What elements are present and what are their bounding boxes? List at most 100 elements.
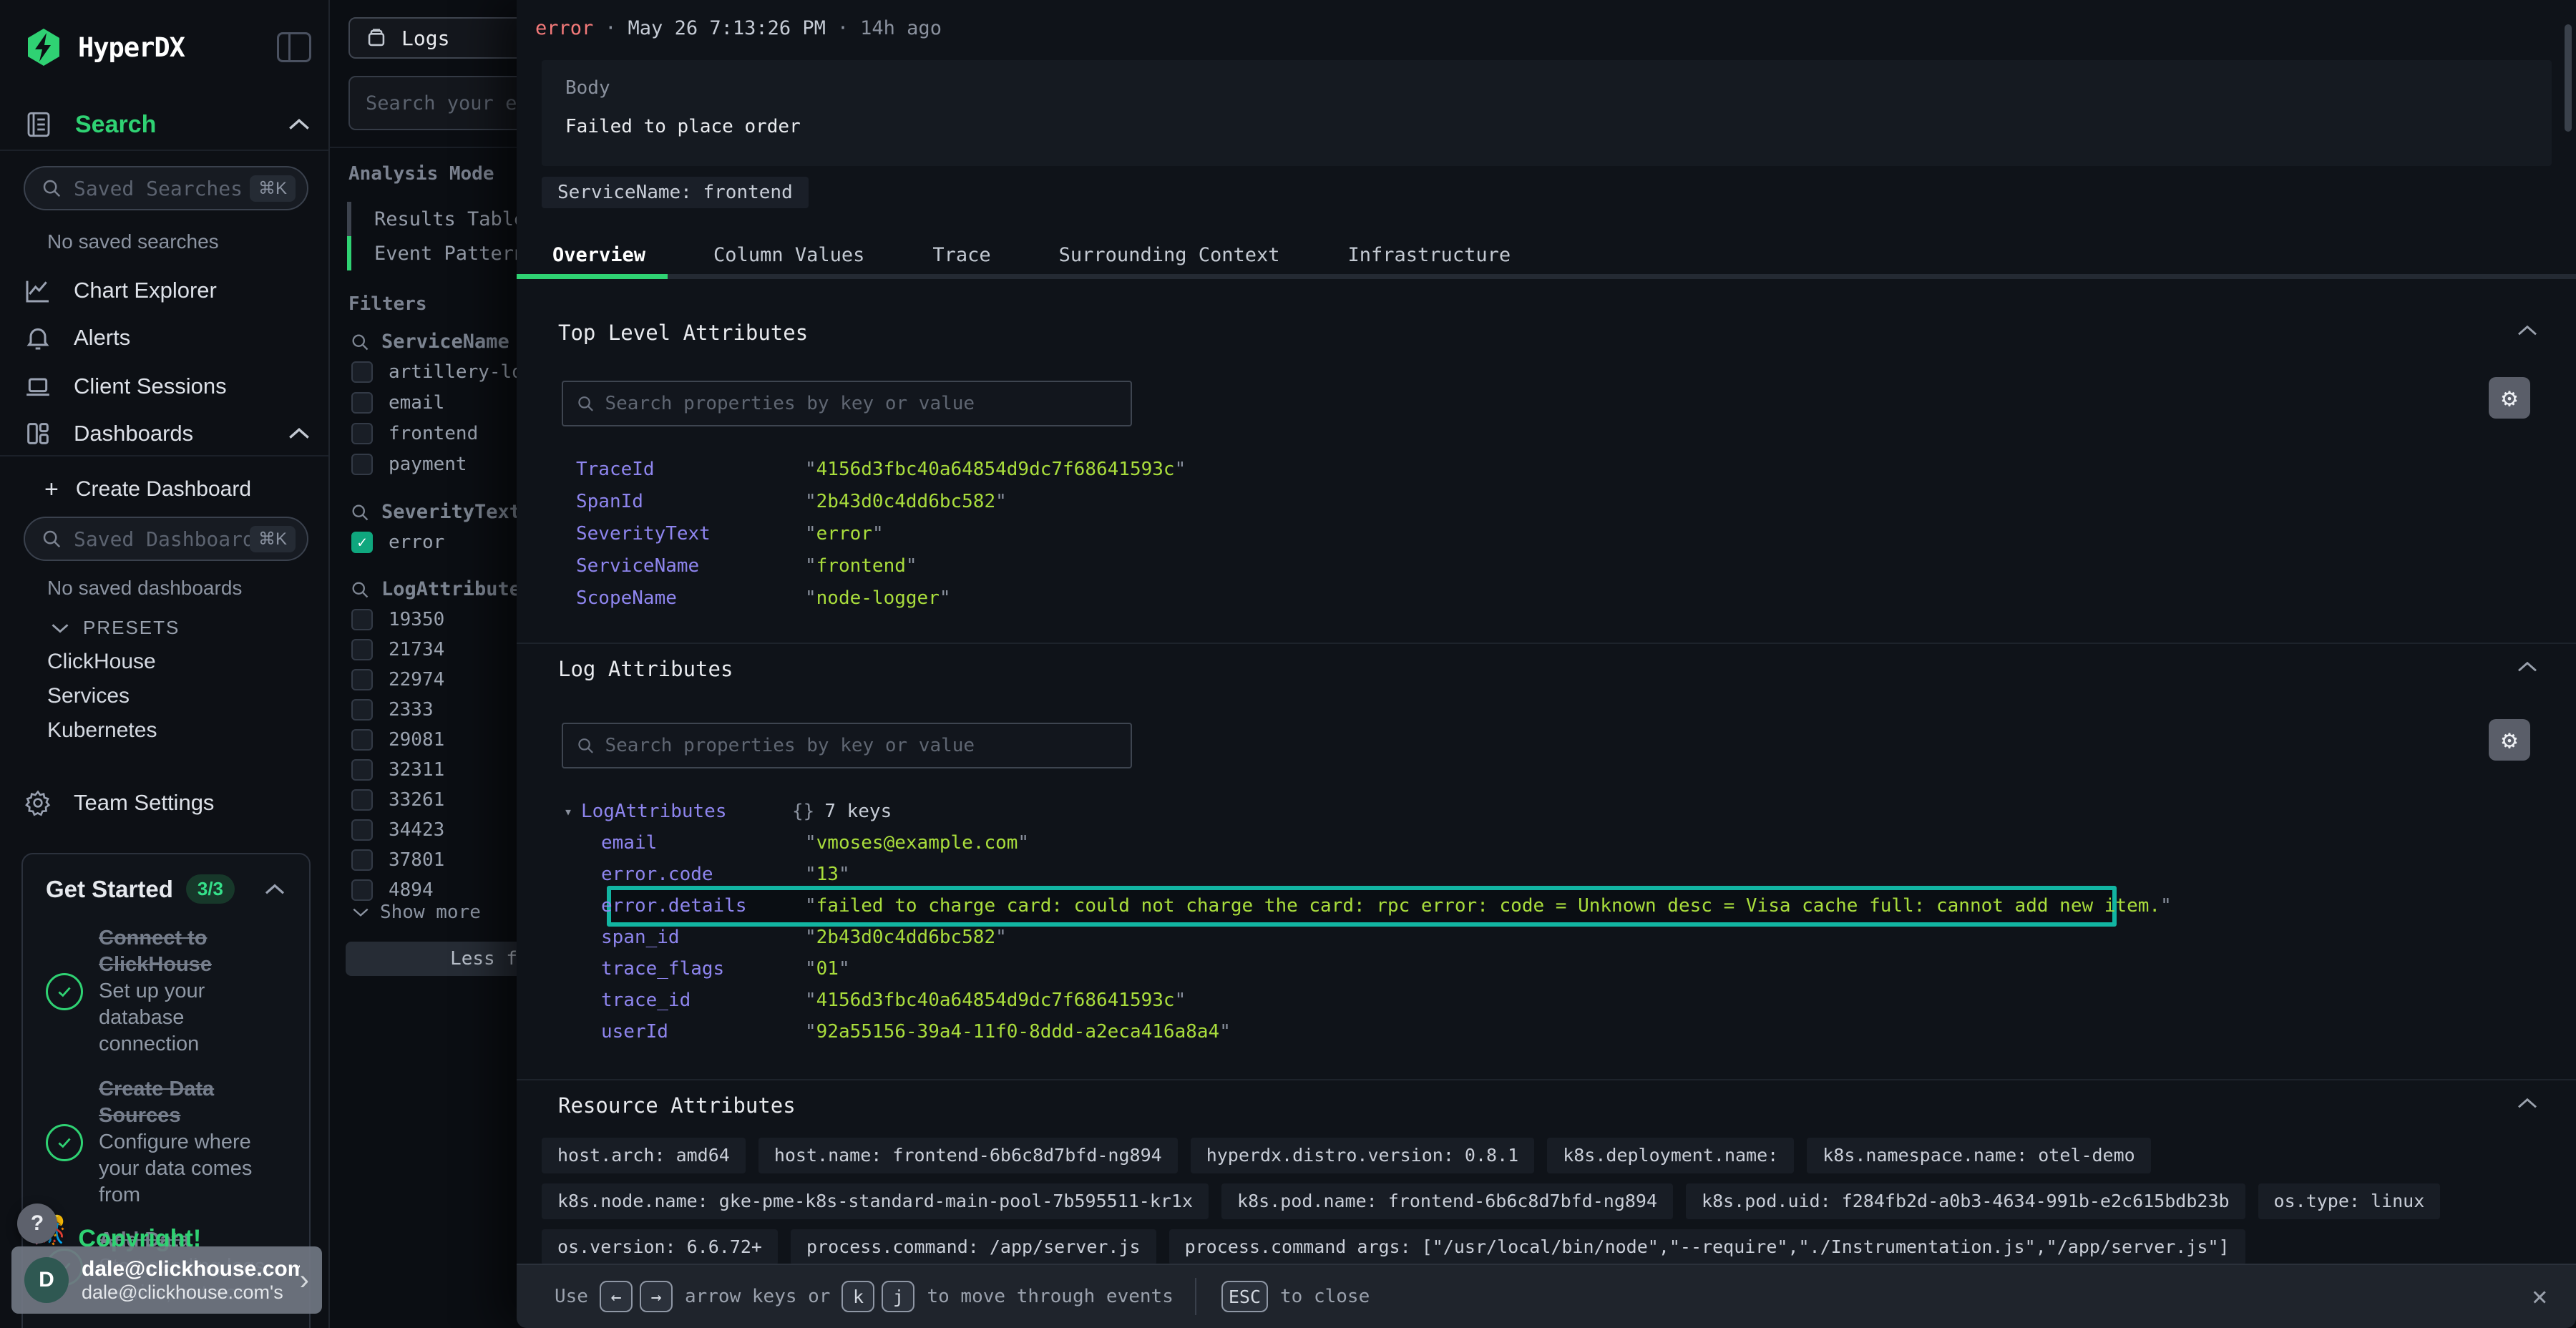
checkbox-checked[interactable]: ✓	[351, 532, 373, 553]
filter-option[interactable]: 33261	[351, 786, 444, 814]
attribute-row[interactable]: ServiceName"frontend"	[517, 550, 2576, 582]
chevron-up-icon[interactable]	[287, 426, 311, 441]
log-attributes-search-box[interactable]	[562, 723, 1132, 768]
chevron-up-icon[interactable]	[287, 117, 311, 132]
saved-dashboards-input[interactable]	[74, 527, 250, 551]
checkbox[interactable]	[351, 454, 373, 475]
checkbox[interactable]	[351, 879, 373, 901]
help-button[interactable]: ?	[17, 1204, 57, 1244]
filter-option-checked[interactable]: ✓error	[351, 528, 444, 557]
top-level-search-input[interactable]	[605, 393, 1118, 414]
resource-chip[interactable]: os.type: linux	[2258, 1183, 2441, 1219]
resource-chip[interactable]: os.version: 6.6.72+	[542, 1229, 778, 1265]
checkbox[interactable]	[351, 609, 373, 630]
checkbox[interactable]	[351, 669, 373, 690]
checkbox[interactable]	[351, 423, 373, 444]
filter-group-severitytext[interactable]: SeverityText	[350, 501, 521, 523]
mode-results-table[interactable]: Results Table	[347, 202, 537, 236]
resource-chip[interactable]: k8s.pod.uid: f284fb2d-a0b3-4634-991b-e2c…	[1686, 1183, 2245, 1219]
log-attributes-search-input[interactable]	[605, 735, 1118, 756]
resource-chip[interactable]: hyperdx.distro.version: 0.8.1	[1191, 1138, 1535, 1173]
filter-option[interactable]: frontend	[351, 419, 478, 448]
checkbox[interactable]	[351, 639, 373, 660]
sidebar-item-search[interactable]: Search	[24, 107, 311, 142]
filter-group-servicename[interactable]: ServiceName	[350, 331, 509, 353]
filter-option[interactable]: 4894	[351, 876, 434, 904]
checkbox[interactable]	[351, 789, 373, 811]
filter-option[interactable]: 32311	[351, 756, 444, 784]
filter-option[interactable]: payment	[351, 450, 467, 479]
attribute-row[interactable]: TraceId"4156d3fbc40a64854d9dc7f68641593c…	[517, 453, 2576, 485]
saved-searches-input[interactable]	[74, 177, 250, 200]
checkbox[interactable]	[351, 819, 373, 841]
filter-option[interactable]: 22974	[351, 665, 444, 694]
checkbox[interactable]	[351, 849, 373, 871]
resource-chip[interactable]: k8s.namespace.name: otel-demo	[1807, 1138, 2151, 1173]
attribute-row[interactable]: SeverityText"error"	[517, 517, 2576, 550]
tree-caret-icon[interactable]: ▾	[564, 803, 581, 820]
scrollbar-thumb[interactable]	[2565, 24, 2572, 132]
top-level-search-box[interactable]	[562, 381, 1132, 426]
close-icon[interactable]: ✕	[2532, 1282, 2547, 1312]
user-menu[interactable]: D dale@clickhouse.com dale@clickhouse.co…	[11, 1246, 322, 1314]
resource-chip[interactable]: host.name: frontend-6b6c8d7bfd-ng894	[758, 1138, 1178, 1173]
filter-option[interactable]: 34423	[351, 816, 444, 844]
saved-dashboards-search[interactable]: ⌘K	[24, 517, 308, 561]
tab-overview[interactable]: Overview	[552, 244, 645, 266]
collapse-section-icon[interactable]	[2516, 1096, 2539, 1110]
attribute-row[interactable]: SpanId"2b43d0c4dd6bc582"	[517, 485, 2576, 517]
sidebar-item-client-sessions[interactable]: Client Sessions	[24, 369, 311, 404]
resource-chip[interactable]: host.arch: amd64	[542, 1138, 746, 1173]
tab-surrounding-context[interactable]: Surrounding Context	[1059, 244, 1280, 266]
filter-option[interactable]: 19350	[351, 605, 444, 634]
attribute-row-highlighted[interactable]: error.details"failed to charge card: cou…	[517, 890, 2576, 922]
attribute-row[interactable]: ScopeName"node-logger"	[517, 582, 2576, 614]
attribute-row[interactable]: trace_flags"01"	[517, 953, 2576, 985]
filter-option[interactable]: email	[351, 389, 444, 417]
sidebar-item-chart-explorer[interactable]: Chart Explorer	[24, 273, 311, 308]
sidebar-item-services[interactable]: Services	[47, 684, 130, 708]
collapse-section-icon[interactable]	[2516, 323, 2539, 338]
show-more-toggle[interactable]: Show more	[351, 902, 481, 923]
resource-chip[interactable]: k8s.deployment.name:	[1547, 1138, 1794, 1173]
presets-toggle[interactable]: PRESETS	[50, 617, 180, 639]
collapse-section-icon[interactable]	[2516, 660, 2539, 674]
checkbox[interactable]	[351, 729, 373, 751]
filter-option[interactable]: 37801	[351, 846, 444, 874]
sidebar-item-alerts[interactable]: Alerts	[24, 321, 311, 355]
resource-chip[interactable]: k8s.node.name: gke-pme-k8s-standard-main…	[542, 1183, 1209, 1219]
resource-chip[interactable]: process.command args: ["/usr/local/bin/n…	[1169, 1229, 2245, 1265]
get-started-step[interactable]: Create Data Sources Configure where your…	[46, 1076, 286, 1209]
create-dashboard-button[interactable]: + Create Dashboard	[44, 472, 311, 507]
attribute-row[interactable]: span_id"2b43d0c4dd6bc582"	[517, 922, 2576, 953]
resource-chip[interactable]: k8s.pod.name: frontend-6b6c8d7bfd-ng894	[1221, 1183, 1673, 1219]
checkbox[interactable]	[351, 392, 373, 414]
attribute-row[interactable]: email"vmoses@example.com"	[517, 827, 2576, 859]
settings-button[interactable]: ⚙	[2489, 377, 2530, 419]
attribute-row[interactable]: trace_id"4156d3fbc40a64854d9dc7f68641593…	[517, 985, 2576, 1016]
filter-option[interactable]: 29081	[351, 726, 444, 754]
tab-column-values[interactable]: Column Values	[713, 244, 864, 266]
chevron-up-icon[interactable]	[263, 882, 286, 897]
sidebar-collapse-icon[interactable]	[277, 32, 311, 62]
sidebar-item-team-settings[interactable]: Team Settings	[24, 786, 311, 820]
filter-group-logattributes[interactable]: LogAttributes	[350, 578, 532, 600]
sidebar-item-dashboards[interactable]: Dashboards	[24, 416, 311, 451]
tab-trace[interactable]: Trace	[932, 244, 990, 266]
checkbox[interactable]	[351, 759, 373, 781]
filter-option[interactable]: 2333	[351, 695, 434, 724]
attribute-row[interactable]: userId"92a55156-39a4-11f0-8ddd-a2eca416a…	[517, 1016, 2576, 1048]
resource-chip[interactable]: process.command: /app/server.js	[791, 1229, 1156, 1265]
checkbox[interactable]	[351, 361, 373, 383]
sidebar-item-kubernetes[interactable]: Kubernetes	[47, 718, 157, 743]
saved-searches-search[interactable]: ⌘K	[24, 166, 308, 210]
settings-button[interactable]: ⚙	[2489, 719, 2530, 761]
tab-infrastructure[interactable]: Infrastructure	[1348, 244, 1511, 266]
service-name-chip[interactable]: ServiceName: frontend	[542, 177, 809, 208]
get-started-step[interactable]: Connect to ClickHouse Set up your databa…	[46, 925, 286, 1058]
mode-event-patterns[interactable]: Event Patterns	[347, 236, 537, 270]
filter-option[interactable]: 21734	[351, 635, 444, 664]
tree-root-row[interactable]: ▾ LogAttributes {} 7 keys	[517, 796, 2576, 827]
checkbox[interactable]	[351, 699, 373, 721]
sidebar-item-clickhouse[interactable]: ClickHouse	[47, 650, 156, 674]
